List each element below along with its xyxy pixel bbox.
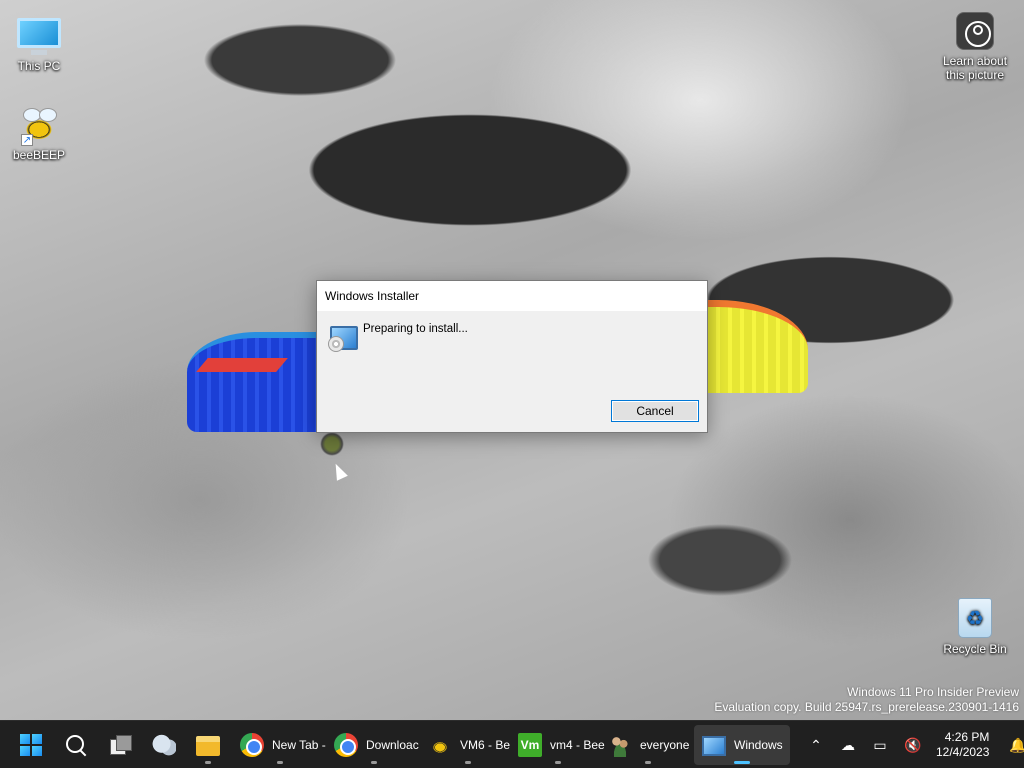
- desktop-icon-label: This PC: [17, 59, 61, 73]
- desktop-icon-label: Learn about this picture: [942, 54, 1008, 82]
- desktop-icon-label: Recycle Bin: [943, 642, 1007, 656]
- search-icon: [64, 733, 88, 757]
- camera-info-icon: [956, 12, 994, 50]
- taskbar: New Tab - Downloac VM6 - Be Vm vm4 - Bee…: [0, 720, 1024, 768]
- people-icon: [608, 733, 632, 757]
- onedrive-offline-icon[interactable]: ☁: [840, 737, 856, 753]
- taskbar-window-downloads[interactable]: Downloac: [326, 725, 422, 765]
- search-button[interactable]: [56, 725, 96, 765]
- widgets-button[interactable]: [144, 725, 184, 765]
- mouse-cursor-icon: [330, 461, 348, 481]
- desktop-icon-this-pc[interactable]: This PC: [1, 10, 77, 73]
- cancel-button[interactable]: Cancel: [611, 400, 699, 422]
- chrome-icon: [334, 733, 358, 757]
- wallpaper-pilot: [320, 432, 344, 456]
- taskbar-window-label: Windows: [734, 738, 783, 752]
- watermark-line2: Evaluation copy. Build 25947.rs_prerelea…: [714, 700, 1019, 714]
- monitor-icon: [17, 18, 61, 48]
- taskbar-window-vm4[interactable]: Vm vm4 - Bee: [510, 725, 606, 765]
- notification-bell-icon[interactable]: 🔔: [1009, 737, 1024, 753]
- folder-icon: [196, 736, 220, 756]
- installer-icon: [328, 326, 358, 352]
- taskbar-window-windows-installer[interactable]: Windows: [694, 725, 790, 765]
- network-icon[interactable]: ▭: [872, 737, 888, 753]
- recycle-bin-icon: ♻: [958, 598, 992, 638]
- taskbar-window-new-tab[interactable]: New Tab -: [232, 725, 328, 765]
- taskbar-window-vm6[interactable]: VM6 - Be: [420, 725, 516, 765]
- desktop-icon-beebeep[interactable]: ↗ beeBEEP: [1, 108, 77, 162]
- clock[interactable]: 4:26 PM 12/4/2023: [936, 730, 989, 760]
- taskbar-window-label: VM6 - Be: [460, 738, 511, 752]
- desktop-icon-learn-about-picture[interactable]: Learn about this picture: [936, 12, 1014, 82]
- wallpaper-paraglider-wing-left: [187, 332, 322, 432]
- dialog-message: Preparing to install...: [363, 323, 468, 335]
- beebeep-icon: [428, 733, 452, 757]
- shortcut-arrow-icon: ↗: [21, 134, 33, 146]
- task-view-button[interactable]: [100, 725, 140, 765]
- file-explorer-button[interactable]: [188, 725, 228, 765]
- taskbar-window-label: Downloac: [366, 738, 419, 752]
- dialog-title: Windows Installer: [317, 281, 707, 311]
- volume-muted-icon[interactable]: 🔇: [904, 737, 921, 753]
- windows-logo-icon: [20, 734, 42, 756]
- chevron-up-icon[interactable]: ⌃: [808, 737, 824, 753]
- vm-icon: Vm: [518, 733, 542, 757]
- taskbar-window-label: everyone: [640, 738, 690, 752]
- taskbar-window-label: vm4 - Bee: [550, 738, 605, 752]
- desktop-icon-recycle-bin[interactable]: ♻ Recycle Bin: [936, 598, 1014, 656]
- windows-installer-dialog: Windows Installer Preparing to install..…: [316, 280, 708, 433]
- task-view-icon: [108, 733, 132, 757]
- weather-icon: [152, 733, 176, 757]
- start-button[interactable]: [12, 725, 50, 765]
- chrome-icon: [240, 733, 264, 757]
- taskbar-window-everyone[interactable]: everyone: [600, 725, 696, 765]
- clock-time: 4:26 PM: [944, 730, 990, 744]
- bee-icon: ↗: [19, 108, 59, 146]
- desktop-icon-label: beeBEEP: [12, 148, 66, 162]
- installer-icon: [702, 736, 726, 756]
- system-tray: ⌃ ☁ ▭ 🔇 4:26 PM 12/4/2023 🔔: [800, 721, 1024, 768]
- os-watermark: Windows 11 Pro Insider Preview Evaluatio…: [714, 685, 1019, 715]
- dialog-body: Preparing to install... Cancel: [317, 311, 707, 433]
- taskbar-window-label: New Tab -: [272, 738, 326, 752]
- wallpaper-paraglider-wing-right: [708, 300, 808, 393]
- watermark-line1: Windows 11 Pro Insider Preview: [847, 685, 1019, 699]
- clock-date: 12/4/2023: [936, 745, 990, 759]
